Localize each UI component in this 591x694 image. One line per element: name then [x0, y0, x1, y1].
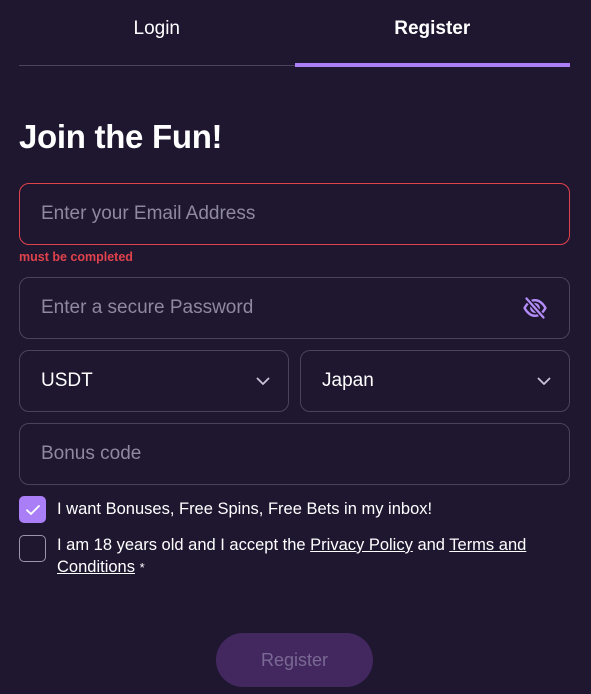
register-button[interactable]: Register [216, 633, 373, 687]
chevron-down-icon [255, 373, 271, 389]
required-mark: * [139, 560, 145, 575]
country-selected-value: Japan [322, 370, 374, 391]
bonus-code-field[interactable] [19, 423, 570, 485]
tab-register[interactable]: Register [294, 0, 571, 67]
email-field[interactable] [19, 183, 570, 245]
terms-checkbox[interactable] [19, 535, 46, 562]
terms-row: I am 18 years old and I accept the Priva… [19, 535, 559, 579]
eye-slash-icon[interactable] [522, 295, 548, 321]
password-input[interactable] [41, 297, 512, 319]
register-panel: Login Register Join the Fun! must be com… [0, 0, 591, 694]
terms-label: I am 18 years old and I accept the Priva… [57, 534, 559, 579]
terms-text-before: I am 18 years old and I accept the [57, 536, 311, 554]
checkmark-icon [25, 504, 40, 515]
currency-select[interactable]: USDT [19, 350, 289, 412]
bonus-opt-in-checkbox[interactable] [19, 496, 46, 523]
privacy-policy-link[interactable]: Privacy Policy [310, 536, 413, 554]
bonus-opt-in-label: I want Bonuses, Free Spins, Free Bets in… [57, 500, 433, 518]
country-select[interactable]: Japan [300, 350, 570, 412]
bonus-code-input[interactable] [41, 443, 548, 465]
auth-tabs: Login Register [19, 0, 571, 67]
password-field[interactable] [19, 277, 570, 339]
terms-text-middle: and [412, 536, 450, 554]
currency-selected-value: USDT [41, 370, 93, 391]
bonus-opt-in-row: I want Bonuses, Free Spins, Free Bets in… [19, 496, 432, 523]
email-input[interactable] [41, 203, 548, 225]
chevron-down-icon [536, 373, 552, 389]
page-title: Join the Fun! [19, 118, 223, 155]
email-error-message: must be completed [19, 250, 133, 264]
tab-login[interactable]: Login [19, 0, 295, 66]
